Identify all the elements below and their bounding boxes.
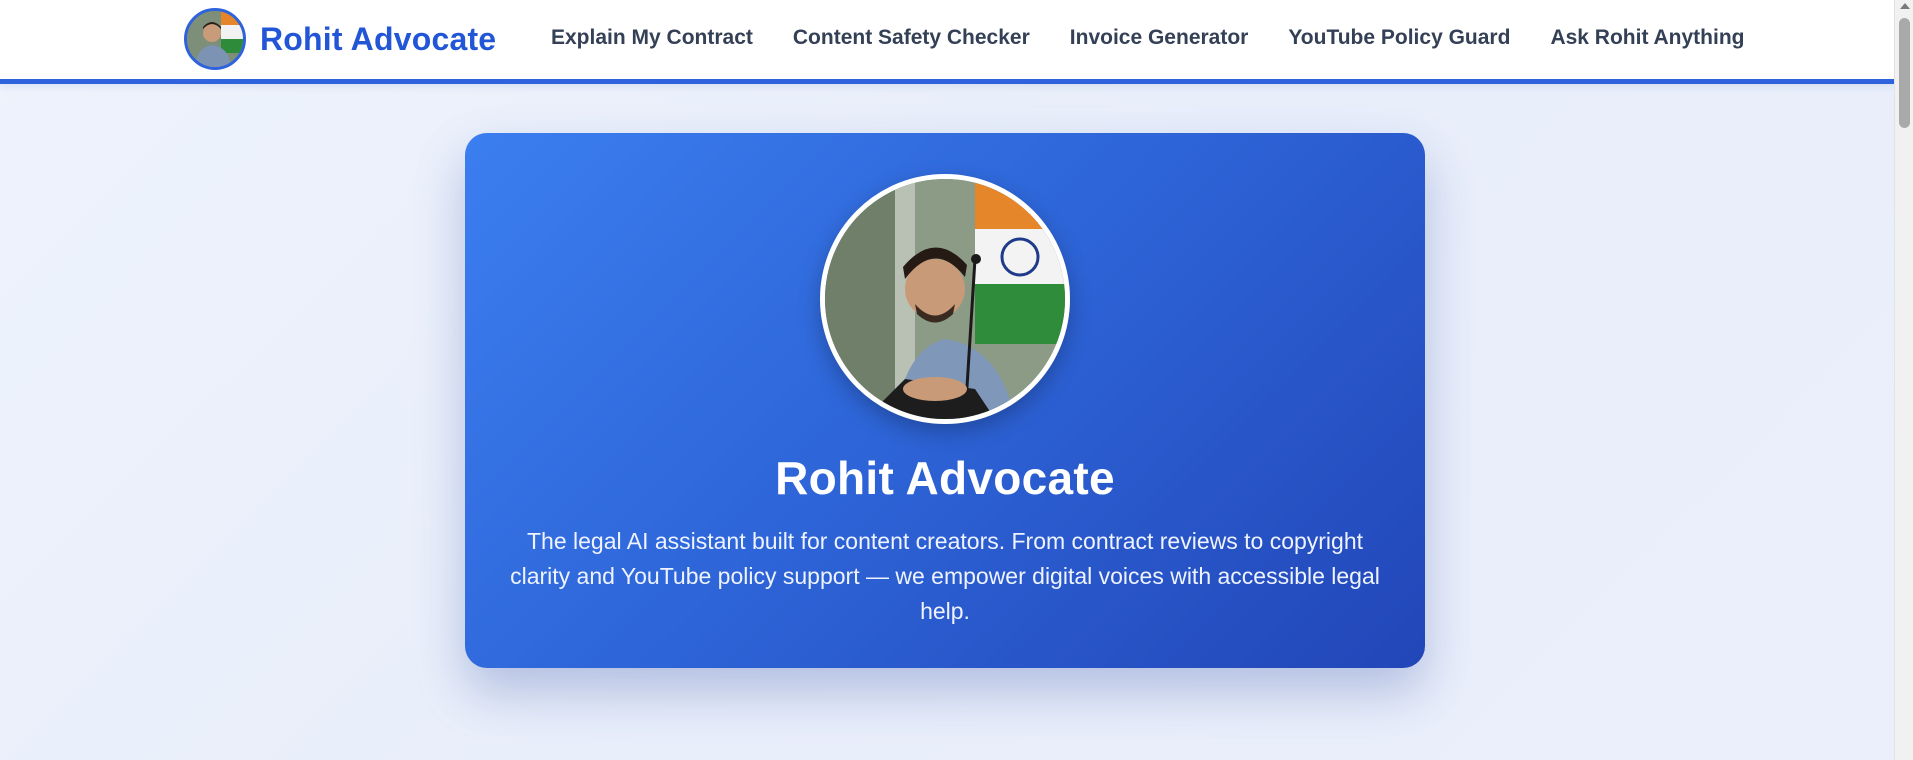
nav-invoice-generator[interactable]: Invoice Generator bbox=[1070, 26, 1249, 50]
hero-title: Rohit Advocate bbox=[775, 452, 1115, 504]
hero-card: Rohit Advocate The legal AI assistant bu… bbox=[465, 133, 1425, 668]
hero-description: The legal AI assistant built for content… bbox=[510, 528, 1380, 624]
page: Rohit Advocate Explain My Contract Conte… bbox=[0, 0, 1894, 760]
brand-logo-link[interactable]: Rohit Advocate bbox=[184, 8, 496, 70]
nav-content-safety-checker[interactable]: Content Safety Checker bbox=[793, 26, 1030, 50]
site-header: Rohit Advocate Explain My Contract Conte… bbox=[0, 0, 1894, 84]
profile-photo-icon bbox=[825, 179, 1065, 419]
main-nav: Explain My Contract Content Safety Check… bbox=[551, 20, 1744, 56]
brand-name: Rohit Advocate bbox=[260, 20, 497, 57]
nav-youtube-policy-guard[interactable]: YouTube Policy Guard bbox=[1288, 26, 1510, 50]
hero-profile-photo bbox=[820, 174, 1070, 424]
nav-explain-my-contract[interactable]: Explain My Contract bbox=[551, 26, 753, 50]
nav-ask-rohit-anything[interactable]: Ask Rohit Anything bbox=[1550, 26, 1744, 50]
scroll-up-icon[interactable] bbox=[1900, 3, 1910, 9]
scrollbar-thumb[interactable] bbox=[1899, 18, 1910, 128]
brand-avatar-photo-icon bbox=[187, 11, 243, 67]
brand-avatar bbox=[184, 8, 246, 70]
page-scrollbar[interactable] bbox=[1894, 0, 1913, 760]
